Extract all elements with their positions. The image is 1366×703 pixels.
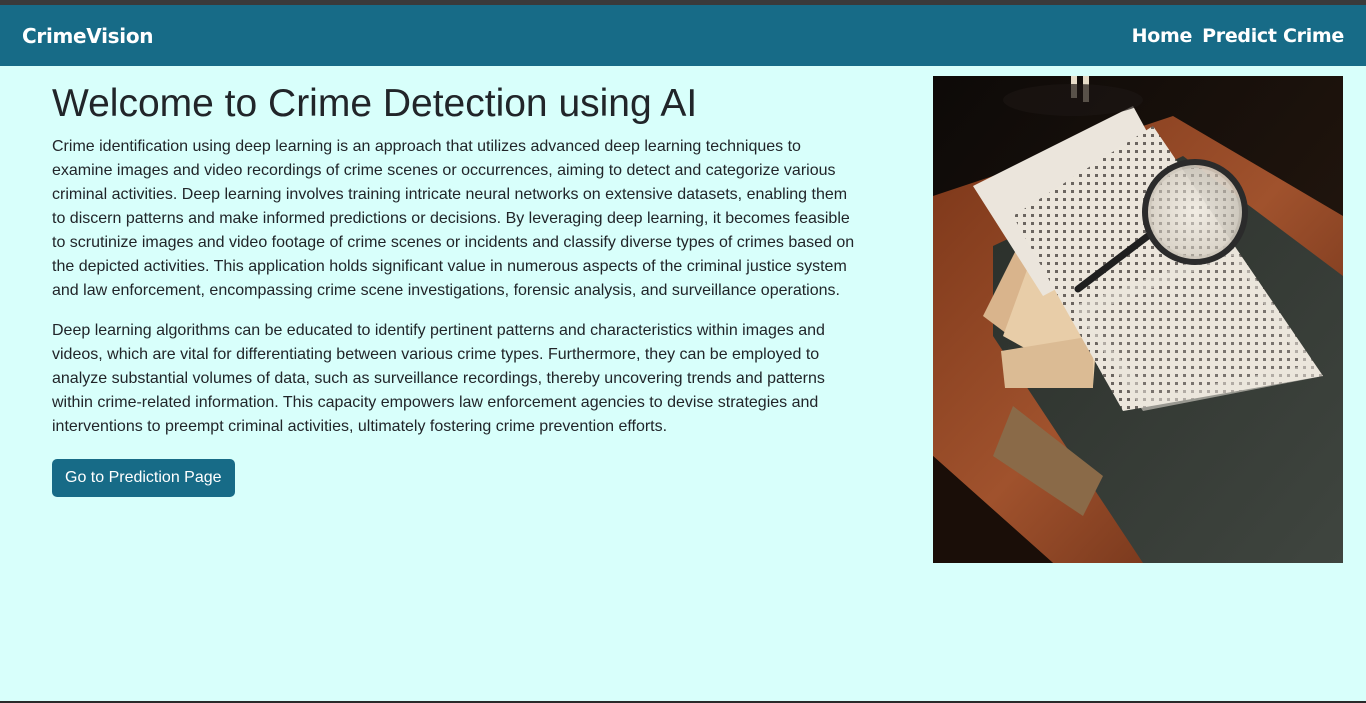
intro-paragraph: Crime identification using deep learning… <box>52 138 855 299</box>
navbar: CrimeVision Home Predict Crime <box>0 5 1366 66</box>
details-paragraph: Deep learning algorithms can be educated… <box>52 322 825 435</box>
nav-link-predict-crime[interactable]: Predict Crime <box>1202 25 1344 47</box>
nav-links: Home Predict Crime <box>1132 25 1345 47</box>
hero-image-illustration <box>933 76 1343 563</box>
hero-image <box>933 76 1343 563</box>
brand-logo-link[interactable]: CrimeVision <box>22 24 154 48</box>
go-to-prediction-button[interactable]: Go to Prediction Page <box>52 459 235 497</box>
nav-link-home[interactable]: Home <box>1132 25 1193 47</box>
page-title: Welcome to Crime Detection using AI <box>52 82 698 125</box>
main-content: Welcome to Crime Detection using AI Crim… <box>52 66 862 497</box>
